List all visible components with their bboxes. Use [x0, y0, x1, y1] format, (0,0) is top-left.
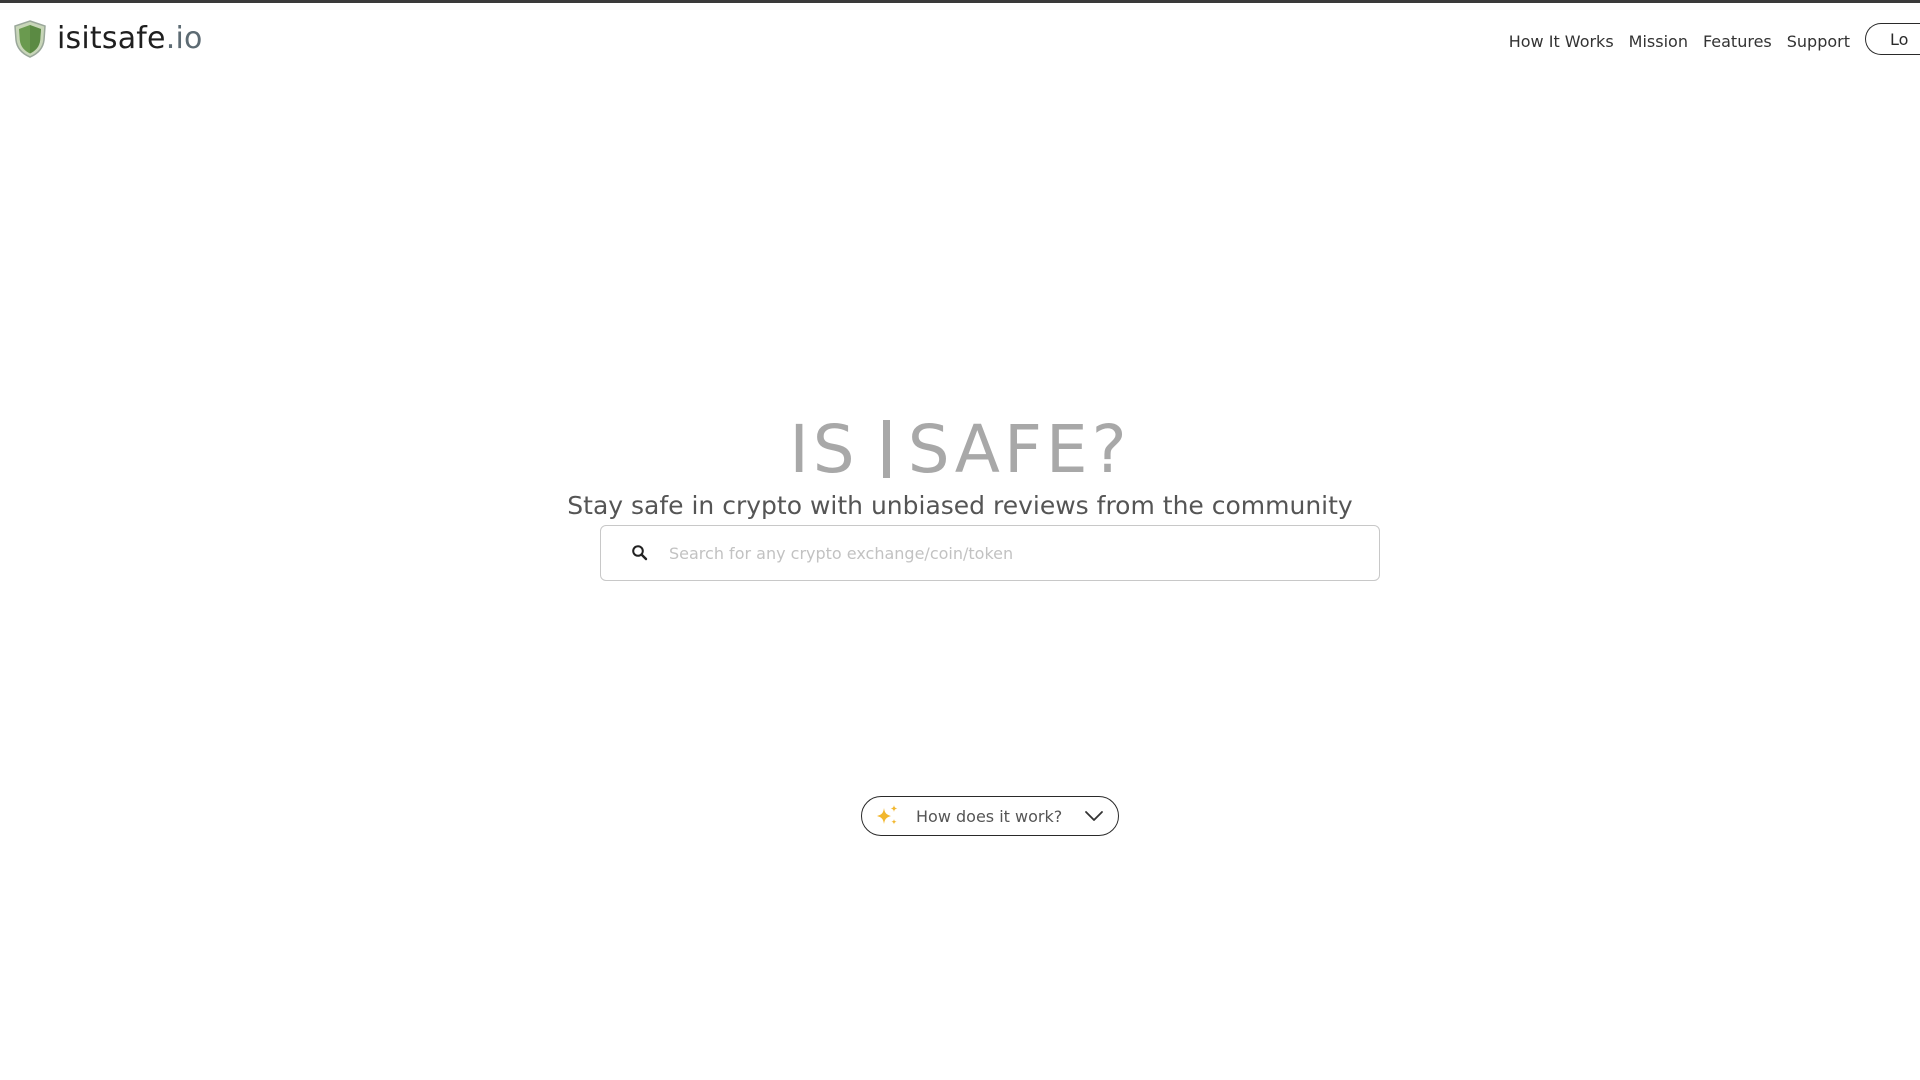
- brand-logo[interactable]: isitsafe.io: [13, 19, 203, 59]
- nav-mission[interactable]: Mission: [1629, 32, 1688, 51]
- chevron-down-icon: [1085, 811, 1103, 821]
- shield-icon: [14, 20, 46, 58]
- hero-title-right: SAFE?: [907, 411, 1131, 488]
- how-it-works-label: How does it work?: [916, 806, 1063, 826]
- search-icon: [632, 545, 648, 561]
- hero-section: IS SAFE? Stay safe in crypto with unbiase…: [0, 410, 1920, 522]
- hero-title: IS SAFE?: [0, 410, 1920, 490]
- search-bar[interactable]: [600, 525, 1380, 581]
- search-input[interactable]: [669, 533, 1379, 573]
- sparkle-icon: [877, 805, 898, 825]
- site-header: isitsafe.io How It Works Mission Feature…: [0, 3, 1920, 73]
- hero-title-left: IS: [789, 411, 859, 488]
- main-nav: How It Works Mission Features Support Lo: [1509, 23, 1920, 55]
- hero-subtitle: Stay safe in crypto with unbiased review…: [567, 491, 1353, 520]
- nav-support[interactable]: Support: [1787, 32, 1850, 51]
- login-button-label: Lo: [1890, 29, 1909, 49]
- typing-cursor: [882, 420, 890, 478]
- how-it-works-button[interactable]: How does it work?: [861, 796, 1119, 836]
- login-button[interactable]: Lo: [1865, 23, 1920, 55]
- brand-name: isitsafe.io: [57, 24, 203, 54]
- nav-how-it-works[interactable]: How It Works: [1509, 32, 1614, 51]
- brand-name-main: isitsafe: [57, 21, 166, 56]
- brand-name-tld: .io: [165, 21, 203, 56]
- nav-features[interactable]: Features: [1703, 32, 1772, 51]
